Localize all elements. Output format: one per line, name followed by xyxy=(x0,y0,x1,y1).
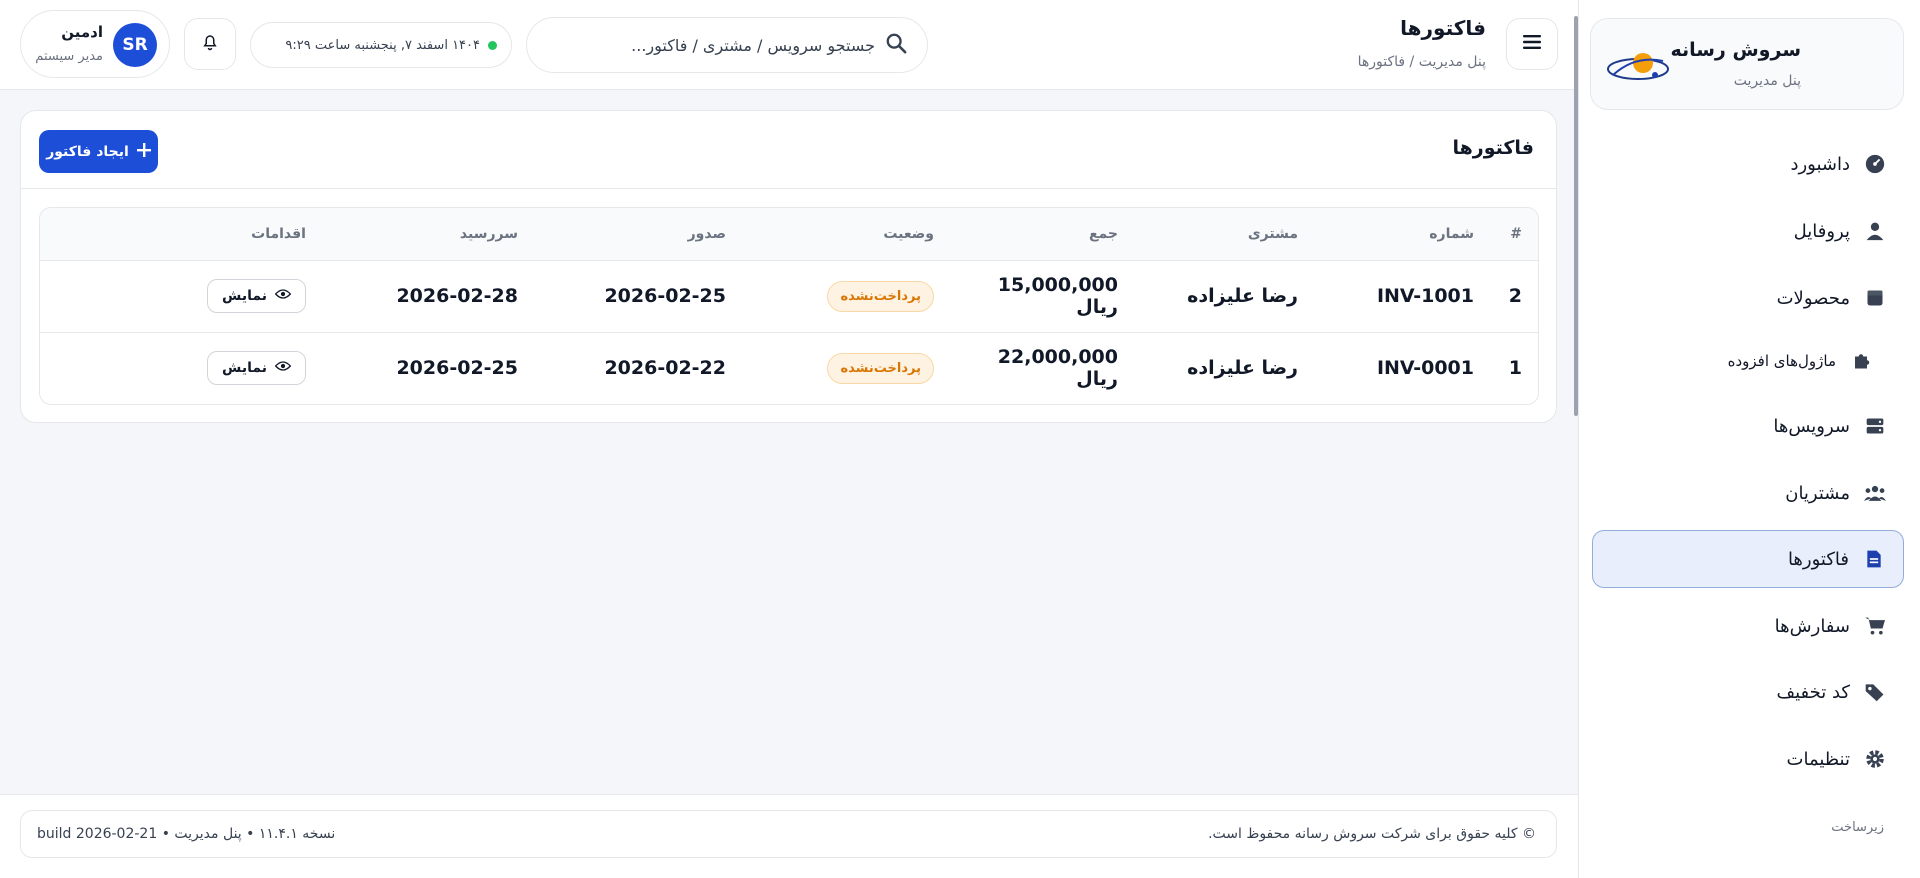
column-header: جمع xyxy=(950,208,1134,261)
due-date: 2026-02-25 xyxy=(396,357,518,380)
sidebar-item-label: مشتریان xyxy=(1785,482,1850,504)
users-icon xyxy=(1864,482,1886,504)
page-title: فاکتورها xyxy=(1400,16,1486,40)
puzzle-icon xyxy=(1850,350,1872,372)
invoice-number: INV-1001 xyxy=(1376,285,1474,307)
sidebar-item-customers[interactable]: مشتریان xyxy=(1592,464,1904,522)
invoice-icon xyxy=(1863,548,1885,570)
server-icon xyxy=(1864,415,1886,437)
user-name: ادمین xyxy=(61,23,103,41)
invoice-number: INV-0001 xyxy=(1376,357,1474,380)
sidebar-item-label: محصولات xyxy=(1776,287,1850,309)
card-header: فاکتورها ایجاد فاکتور xyxy=(21,111,1556,189)
invoices-card: فاکتورها ایجاد فاکتور # شماره مشتری جمع … xyxy=(20,110,1557,423)
sidebar-item-label: پروفایل xyxy=(1793,220,1850,242)
search-box xyxy=(526,17,928,73)
table-row: 2 INV-1001 رضا علیزاده 15,000,000 ریال پ… xyxy=(40,260,1538,332)
create-invoice-button[interactable]: ایجاد فاکتور xyxy=(39,130,158,173)
sidebar-item-addons[interactable]: ماژول‌های افزوده xyxy=(1592,334,1904,388)
plus-icon xyxy=(136,142,151,161)
row-index: 1 xyxy=(1508,357,1522,380)
column-header: وضعیت xyxy=(742,208,950,261)
invoice-total: 15,000,000 ریال xyxy=(997,274,1118,318)
bell-icon xyxy=(201,33,219,55)
menu-toggle-button[interactable] xyxy=(1506,18,1558,70)
sidebar-item-label: داشبورد xyxy=(1790,153,1850,175)
status-badge: پرداخت‌نشده xyxy=(827,352,934,384)
breadcrumb: پنل مدیریت / فاکتورها xyxy=(1357,54,1486,70)
sidebar-item-products[interactable]: محصولات xyxy=(1592,269,1904,327)
due-date: 2026-02-28 xyxy=(396,285,518,307)
table-header-row: # شماره مشتری جمع وضعیت صدور سررسید اقدا… xyxy=(40,208,1538,261)
sidebar-item-services[interactable]: سرویس‌ها xyxy=(1592,397,1904,455)
brand-title: سروش رسانه xyxy=(1670,39,1801,61)
avatar: SR xyxy=(113,23,157,67)
column-header: اقدامات xyxy=(40,208,322,261)
customer-name: رضا علیزاده xyxy=(1187,285,1298,307)
actions-cell: نمایش xyxy=(40,332,322,404)
view-label: نمایش xyxy=(222,288,267,304)
customer-name: رضا علیزاده xyxy=(1187,357,1298,380)
sidebar-item-settings[interactable]: تنظیمات xyxy=(1592,730,1904,788)
cart-icon xyxy=(1864,615,1886,637)
sidebar: سروش رسانه پنل مدیریت داشبورد پروفایل مح… xyxy=(1578,0,1920,878)
view-label: نمایش xyxy=(222,360,267,377)
sidebar-item-label: سفارش‌ها xyxy=(1774,615,1850,637)
topbar: فاکتورها پنل مدیریت / فاکتورها ۱۴۰۴ اسفن… xyxy=(0,0,1578,90)
brand-logo-icon xyxy=(1607,53,1669,80)
sidebar-item-label: ماژول‌های افزوده xyxy=(1727,352,1836,370)
sidebar-item-discount[interactable]: کد تخفیف xyxy=(1592,663,1904,721)
brand-subtitle: پنل مدیریت xyxy=(1733,73,1801,89)
datetime-text: ۱۴۰۴ اسفند ۷, پنجشنبه ساعت ۹:۲۹ xyxy=(285,37,480,53)
eye-icon xyxy=(274,360,292,376)
view-invoice-button[interactable]: نمایش xyxy=(207,351,306,386)
actions-cell: نمایش xyxy=(40,260,322,332)
status-cell: پرداخت‌نشده xyxy=(742,260,950,332)
view-invoice-button[interactable]: نمایش xyxy=(207,279,306,313)
sidebar-item-label: فاکتورها xyxy=(1787,548,1849,570)
search-icon[interactable] xyxy=(885,32,907,58)
issued-date: 2026-02-22 xyxy=(604,357,726,380)
sidebar-item-orders[interactable]: سفارش‌ها xyxy=(1592,597,1904,655)
box-icon xyxy=(1864,287,1886,309)
user-role: مدیر سیستم xyxy=(35,49,103,64)
user-menu[interactable]: SR ادمین مدیر سیستم xyxy=(20,10,170,78)
invoices-table: # شماره مشتری جمع وضعیت صدور سررسید اقدا… xyxy=(39,207,1539,405)
sidebar-item-label: کد تخفیف xyxy=(1776,681,1850,703)
status-badge: پرداخت‌نشده xyxy=(827,280,934,312)
column-header: مشتری xyxy=(1134,208,1314,261)
sidebar-item-invoices[interactable]: فاکتورها xyxy=(1592,530,1904,588)
create-invoice-label: ایجاد فاکتور xyxy=(46,143,129,160)
content-scrollbar[interactable] xyxy=(1574,16,1578,416)
notifications-button[interactable] xyxy=(184,18,236,70)
sidebar-item-label: سرویس‌ها xyxy=(1773,415,1850,437)
user-icon xyxy=(1864,220,1886,242)
footer: © کلیه حقوق برای شرکت سروش رسانه محفوظ ا… xyxy=(20,810,1557,858)
sidebar-section-label: زیرساخت xyxy=(1831,820,1884,835)
online-status-dot-icon xyxy=(488,40,497,50)
hamburger-icon xyxy=(1523,34,1541,54)
column-header: سررسید xyxy=(322,208,534,261)
eye-icon xyxy=(274,288,292,304)
sidebar-item-dashboard[interactable]: داشبورد xyxy=(1592,135,1904,193)
dashboard-gauge-icon xyxy=(1864,153,1886,175)
column-header: شماره xyxy=(1314,208,1490,261)
sidebar-item-label: تنظیمات xyxy=(1786,748,1850,770)
row-index: 2 xyxy=(1508,285,1522,307)
status-cell: پرداخت‌نشده xyxy=(742,332,950,404)
issued-date: 2026-02-25 xyxy=(604,285,726,307)
copyright-text: © کلیه حقوق برای شرکت سروش رسانه محفوظ ا… xyxy=(1208,826,1536,842)
brand-card[interactable]: سروش رسانه پنل مدیریت xyxy=(1590,18,1904,110)
search-input[interactable] xyxy=(547,35,875,55)
datetime-chip: ۱۴۰۴ اسفند ۷, پنجشنبه ساعت ۹:۲۹ xyxy=(250,22,512,68)
column-header: صدور xyxy=(534,208,742,261)
column-header: # xyxy=(1490,208,1538,261)
card-title: فاکتورها xyxy=(1452,137,1534,159)
version-text: نسخه ۱۱.۴.۱ • پنل مدیریت • build 2026-02… xyxy=(37,826,336,842)
gear-icon xyxy=(1864,748,1886,770)
sidebar-item-profile[interactable]: پروفایل xyxy=(1592,202,1904,260)
tags-icon xyxy=(1864,681,1886,703)
table-row: 1 INV-0001 رضا علیزاده 22,000,000 ریال پ… xyxy=(40,332,1538,404)
invoice-total: 22,000,000 ریال xyxy=(997,346,1118,391)
